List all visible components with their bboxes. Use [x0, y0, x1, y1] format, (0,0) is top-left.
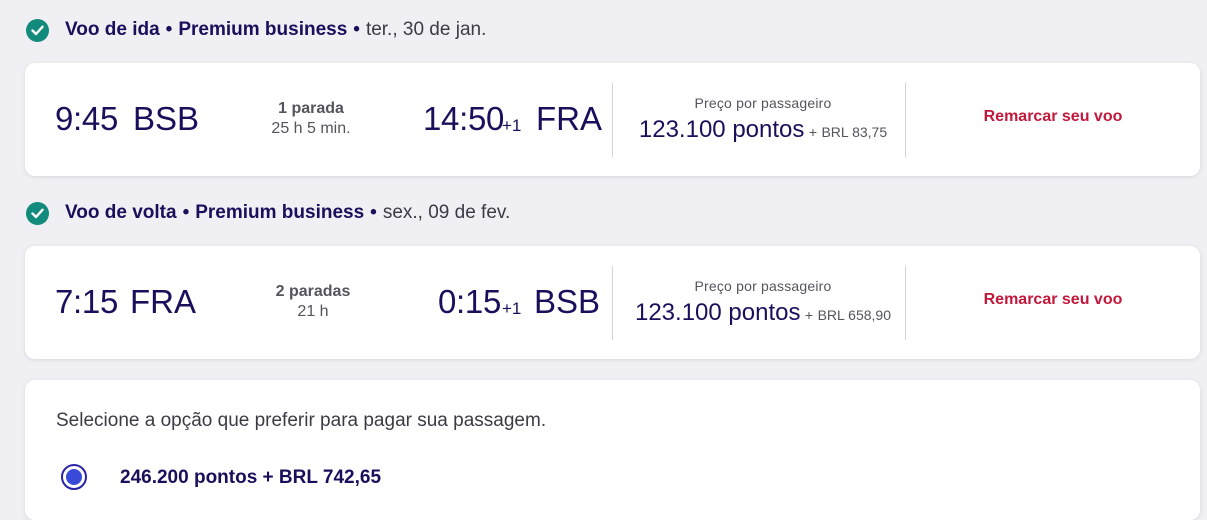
- price-brl: BRL 658,90: [817, 307, 891, 323]
- flight-duration: 21 h: [297, 303, 329, 320]
- payment-option-label[interactable]: 246.200 pontos + BRL 742,65: [120, 467, 381, 489]
- price-line: 123.100 pontos + BRL 658,90: [603, 299, 923, 327]
- departure-time: 9:45: [55, 100, 119, 137]
- stops-count: 1 parada: [278, 100, 344, 117]
- header-separator: •: [370, 202, 377, 223]
- header-separator: •: [182, 202, 190, 223]
- departure-time: 7:15: [55, 283, 119, 320]
- payment-prompt: Selecione a opção que preferir para paga…: [56, 410, 547, 431]
- arrival-airport: BSB: [534, 283, 601, 320]
- outbound-header: Voo de ida • Premium business • ter., 30…: [26, 17, 486, 43]
- flight-duration: 25 h 5 min.: [271, 120, 351, 137]
- price-points: 123.100 pontos: [638, 116, 805, 143]
- rebook-flight-link[interactable]: Remarcar seu voo: [903, 108, 1203, 126]
- payment-option-radio[interactable]: [61, 464, 87, 490]
- stops-count: 2 paradas: [275, 283, 351, 300]
- outbound-title: Voo de ida: [65, 19, 160, 40]
- price-line: 123.100 pontos + BRL 83,75: [603, 116, 923, 144]
- return-date: sex., 09 de fev.: [382, 202, 511, 223]
- outbound-cabin: Premium business: [178, 19, 348, 40]
- outbound-date: ter., 30 de jan.: [365, 19, 487, 40]
- departure-airport: FRA: [130, 283, 196, 320]
- price-label: Preço por passageiro: [694, 278, 832, 294]
- arrival-day-offset: +1: [502, 299, 522, 318]
- check-circle-icon: [26, 18, 49, 42]
- return-flight-card: 7:15 FRA 2 paradas 21 h 0:15 +1 BSB Preç…: [25, 246, 1200, 359]
- return-cabin: Premium business: [195, 202, 365, 223]
- payment-options-card: Selecione a opção que preferir para paga…: [25, 380, 1200, 520]
- arrival-time: 0:15: [438, 283, 502, 320]
- price-plus: +: [808, 124, 818, 140]
- radio-selected-dot: [66, 469, 82, 485]
- arrival-day-offset: +1: [502, 116, 522, 135]
- header-separator: •: [353, 19, 360, 40]
- header-separator: •: [165, 19, 173, 40]
- arrival-time: 14:50: [423, 100, 505, 137]
- outbound-flight-card: 9:45 BSB 1 parada 25 h 5 min. 14:50 +1 F…: [25, 63, 1200, 176]
- price-points: 123.100 pontos: [634, 299, 801, 326]
- price-label: Preço por passageiro: [694, 95, 832, 111]
- return-title: Voo de volta: [65, 202, 177, 223]
- departure-airport: BSB: [133, 100, 200, 137]
- arrival-airport: FRA: [536, 100, 602, 137]
- return-header: Voo de volta • Premium business • sex., …: [26, 200, 510, 226]
- price-plus: +: [804, 307, 814, 323]
- rebook-flight-link[interactable]: Remarcar seu voo: [903, 291, 1203, 309]
- check-circle-icon: [26, 201, 49, 225]
- price-brl: BRL 83,75: [821, 124, 888, 140]
